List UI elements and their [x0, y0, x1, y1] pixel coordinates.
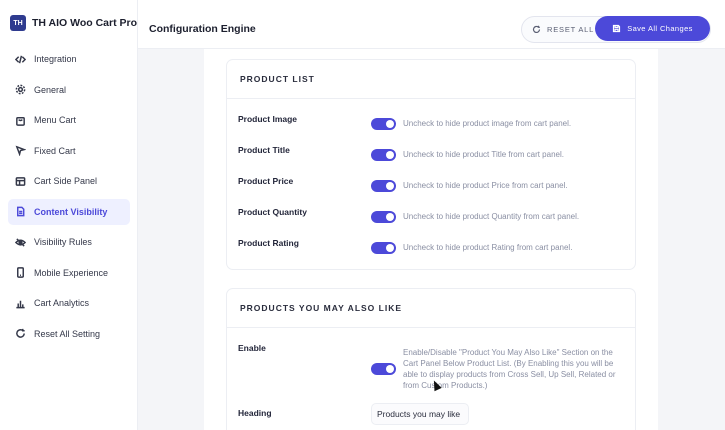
eye-off-icon: [14, 236, 26, 248]
heading-input[interactable]: [371, 403, 469, 425]
header: Configuration Engine RESET ALL Save All …: [138, 0, 725, 49]
sidebar-item-general[interactable]: General: [8, 77, 130, 103]
setting-label: Product Image: [238, 114, 298, 124]
product-price-toggle[interactable]: [371, 180, 396, 192]
product-title-toggle[interactable]: [371, 149, 396, 161]
refresh-icon: [532, 25, 541, 33]
setting-description: Uncheck to hide product Title from cart …: [403, 150, 564, 159]
brand-name: TH AIO Woo Cart Pro: [32, 17, 137, 29]
pointer-icon: [14, 145, 26, 157]
brand: TH TH AIO Woo Cart Pro: [0, 0, 137, 46]
bag-icon: [14, 114, 26, 126]
section-title: PRODUCTS YOU MAY ALSO LIKE: [227, 289, 635, 328]
products-you-may-also-like-card: PRODUCTS YOU MAY ALSO LIKE Enable Enable…: [226, 288, 636, 430]
setting-description: Uncheck to hide product Quantity from ca…: [403, 212, 580, 221]
setting-description: Uncheck to hide product image from cart …: [403, 119, 572, 128]
sidebar-item-label: Reset All Setting: [34, 328, 101, 339]
sidebar-item-visibility-rules[interactable]: Visibility Rules: [8, 229, 130, 255]
sidebar-item-label: Menu Cart: [34, 115, 77, 125]
sidebar-item-label: Content Visibility: [34, 206, 108, 217]
page-title: Configuration Engine: [149, 23, 256, 35]
product-image-toggle[interactable]: [371, 118, 396, 130]
document-icon: [14, 206, 26, 218]
sidebar-item-integration[interactable]: Integration: [8, 46, 130, 72]
sidebar-item-mobile-experience[interactable]: Mobile Experience: [8, 260, 130, 286]
sidebar-item-label: Integration: [34, 54, 77, 64]
sidebar-item-cart-analytics[interactable]: Cart Analytics: [8, 290, 130, 316]
sidebar-nav: Integration General Menu Cart Fixed Cart…: [0, 46, 137, 347]
sidebar-item-fixed-cart[interactable]: Fixed Cart: [8, 138, 130, 164]
brand-logo: TH: [10, 15, 26, 31]
setting-description: Uncheck to hide product Price from cart …: [403, 181, 568, 190]
mobile-icon: [14, 267, 26, 279]
section-title: PRODUCT LIST: [227, 60, 635, 99]
sidebar-item-reset-all-setting[interactable]: Reset All Setting: [8, 321, 130, 347]
sidebar: TH TH AIO Woo Cart Pro Integration Gener…: [0, 0, 138, 430]
reset-all-button[interactable]: RESET ALL: [532, 17, 594, 42]
save-all-changes-label: Save All Changes: [627, 24, 693, 33]
setting-label: Product Price: [238, 176, 294, 186]
setting-label: Product Rating: [238, 238, 299, 248]
save-icon: [613, 24, 621, 33]
setting-label: Product Title: [238, 145, 290, 155]
product-list-card: PRODUCT LIST Product Image Uncheck to hi…: [226, 59, 636, 270]
sidebar-item-label: General: [34, 84, 67, 95]
sidebar-item-label: Cart Side Panel: [34, 176, 98, 186]
main-content: PRODUCT LIST Product Image Uncheck to hi…: [204, 49, 658, 430]
product-rating-toggle[interactable]: [371, 242, 396, 254]
save-all-changes-button[interactable]: Save All Changes: [595, 16, 710, 41]
product-quantity-toggle[interactable]: [371, 211, 396, 223]
sidebar-item-cart-side-panel[interactable]: Cart Side Panel: [8, 168, 130, 194]
refresh-icon: [14, 328, 26, 340]
sidebar-item-label: Fixed Cart: [34, 145, 76, 156]
setting-label: Product Quantity: [238, 207, 307, 217]
reset-all-label: RESET ALL: [547, 25, 595, 34]
sidebar-item-label: Mobile Experience: [34, 267, 109, 278]
sidebar-item-label: Cart Analytics: [34, 298, 90, 308]
panel-icon: [14, 175, 26, 187]
code-icon: [14, 53, 26, 65]
sidebar-item-label: Visibility Rules: [34, 237, 92, 247]
setting-description: Uncheck to hide product Rating from cart…: [403, 243, 573, 252]
setting-label: Enable: [238, 343, 266, 353]
sidebar-item-content-visibility[interactable]: Content Visibility: [8, 198, 130, 225]
sidebar-item-menu-cart[interactable]: Menu Cart: [8, 107, 130, 133]
also-like-enable-toggle[interactable]: [371, 363, 396, 375]
header-actions: RESET ALL Save All Changes: [521, 16, 711, 43]
chart-icon: [14, 297, 26, 309]
setting-label: Heading: [238, 408, 272, 418]
gear-icon: [14, 84, 26, 96]
